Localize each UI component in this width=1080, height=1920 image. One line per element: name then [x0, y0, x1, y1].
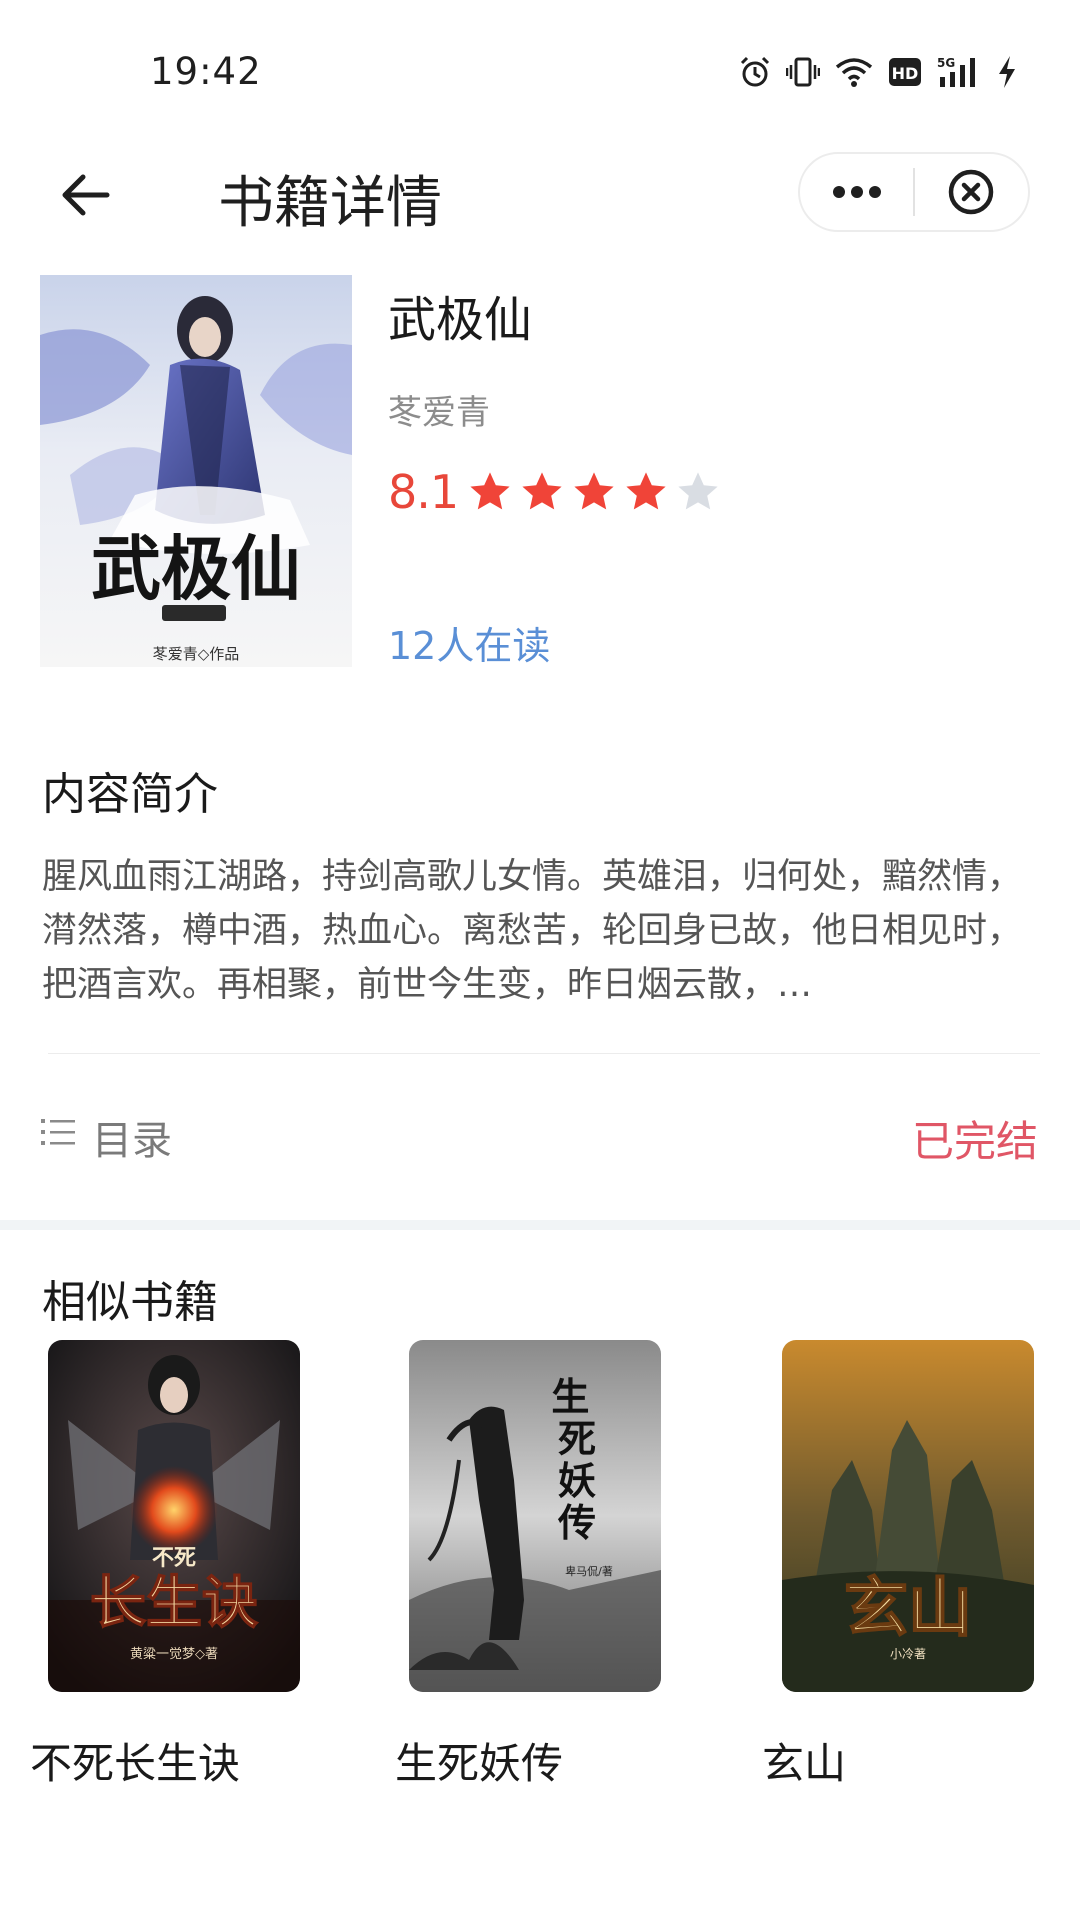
similar-books-list: 不死 长生诀 黄粱一觉梦◇著 不死长生诀 生 死妖传 卑马侃/著 生死妖传 玄山… [0, 1340, 1080, 1800]
star-filled-icon [626, 472, 666, 510]
close-circle-icon [949, 169, 994, 215]
intro-heading: 内容简介 [42, 769, 218, 820]
book-cover-illustration: 武极仙 苳爱青◇作品 [40, 275, 352, 667]
menu-capsule [798, 152, 1030, 232]
hd-icon: HD [889, 58, 921, 86]
book-cover-title: 武极仙 [91, 527, 301, 610]
book-author[interactable]: 苳爱青 [388, 385, 490, 434]
vibrate-icon [786, 57, 820, 87]
similar-cover-art: 生 死妖传 卑马侃/著 [409, 1340, 661, 1692]
page-title: 书籍详情 [218, 171, 442, 236]
similar-cover-art: 玄山 小冷著 [782, 1340, 1034, 1692]
book-title: 武极仙 [388, 292, 533, 348]
close-button[interactable] [915, 154, 1028, 230]
similar-heading: 相似书籍 [42, 1277, 218, 1328]
similar-cover-title: 生 死妖传 [551, 1374, 602, 1545]
similar-book-name[interactable]: 不死长生诀 [30, 1730, 240, 1791]
network-label: 5G [937, 56, 955, 70]
similar-book-name[interactable]: 生死妖传 [395, 1730, 563, 1791]
toc-label: 目录 [92, 1118, 172, 1164]
more-button[interactable] [800, 154, 913, 230]
readers-count: 12人在读 [388, 624, 551, 668]
arrow-left-icon [62, 174, 110, 216]
star-filled-icon [574, 472, 614, 510]
similar-cover-tag: 不死 [152, 1545, 196, 1571]
hd-label: HD [892, 64, 919, 83]
intro-text[interactable]: 腥风血雨江湖路，持剑高歌儿女情。英雄泪，归何处，黯然情，潸然落，樽中酒，热血心。… [42, 850, 1038, 1012]
back-button[interactable] [50, 160, 120, 230]
list-icon [41, 1119, 75, 1145]
similar-book-cover[interactable]: 不死 长生诀 黄粱一觉梦◇著 [48, 1340, 300, 1692]
alarm-icon [740, 56, 770, 87]
book-cover-credit: 苳爱青◇作品 [153, 645, 240, 663]
charging-icon [999, 56, 1015, 88]
nav-header: 书籍详情 [0, 140, 1080, 250]
toc-row[interactable]: 目录 已完结 [38, 1100, 1038, 1170]
status-bar: 19:42 HD 5G [0, 0, 1080, 140]
divider [48, 1053, 1040, 1054]
similar-book-item[interactable]: 不死 长生诀 黄粱一觉梦◇著 不死长生诀 [30, 1340, 330, 1790]
rating-row: 8.1 [388, 462, 726, 522]
section-divider [0, 1220, 1080, 1230]
similar-book-item[interactable]: 生 死妖传 卑马侃/著 生死妖传 [395, 1340, 695, 1790]
similar-cover-credit: 黄粱一觉梦◇著 [130, 1647, 218, 1662]
rating-stars [466, 468, 726, 516]
similar-cover-credit: 小冷著 [890, 1647, 926, 1661]
more-dots-icon [832, 186, 881, 198]
similar-book-cover[interactable]: 生 死妖传 卑马侃/著 [409, 1340, 661, 1692]
book-cover[interactable]: 武极仙 苳爱青◇作品 [40, 275, 352, 667]
star-filled-icon [522, 472, 562, 510]
completion-status: 已完结 [911, 1117, 1038, 1166]
similar-cover-title: 玄山 [844, 1571, 972, 1646]
wifi-icon [835, 58, 873, 87]
similar-book-item[interactable]: 玄山 小冷著 玄山 [762, 1340, 1062, 1790]
similar-cover-title: 长生诀 [90, 1570, 258, 1636]
rating-score: 8.1 [388, 465, 459, 519]
similar-book-cover[interactable]: 玄山 小冷著 [782, 1340, 1034, 1692]
similar-cover-credit: 卑马侃/著 [565, 1564, 613, 1578]
similar-book-name[interactable]: 玄山 [762, 1730, 846, 1791]
similar-cover-art: 不死 长生诀 黄粱一觉梦◇著 [48, 1340, 300, 1692]
status-time: 19:42 [150, 50, 262, 93]
star-filled-icon [470, 472, 510, 510]
5g-signal-icon: 5G [937, 56, 975, 87]
status-icons: HD 5G [738, 52, 1018, 92]
star-empty-icon [678, 472, 718, 510]
